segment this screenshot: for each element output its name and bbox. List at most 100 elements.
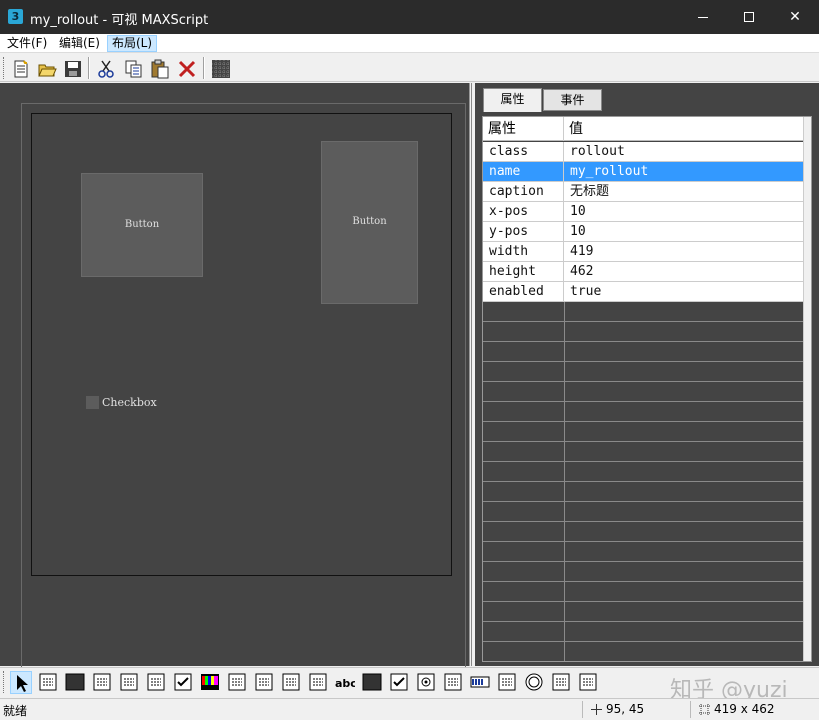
radiobutton-tool-button[interactable] [415,671,437,694]
size-icon [699,704,710,715]
empty-grid-row [483,602,803,622]
property-row-enabled[interactable]: enabled true [483,282,803,302]
grid-button[interactable] [210,58,230,78]
property-row-name[interactable]: name my_rollout [483,162,803,182]
minimize-button[interactable] [680,0,726,34]
combobox-tool-button[interactable] [280,671,302,694]
empty-grid-row [483,342,803,362]
canvas-checkbox[interactable] [86,396,99,409]
menu-file[interactable]: 文件(F) [3,35,51,52]
property-value[interactable]: 462 [564,262,803,281]
property-name: class [483,142,564,161]
grid-column-divider [564,302,565,322]
listbox-tool-button[interactable] [226,671,248,694]
copy-button[interactable] [122,58,142,78]
property-row-caption[interactable]: caption 无标题 [483,182,803,202]
label-tool-button[interactable] [64,671,86,694]
multilist-tool-button[interactable] [253,671,275,694]
mapbutton-tool-button[interactable] [577,671,599,694]
listbox-icon [228,673,246,691]
colorswatch-tool-button[interactable] [199,671,221,694]
maximize-button[interactable] [726,0,772,34]
bitmap-tool-button[interactable] [37,671,59,694]
colorswatch-icon [201,674,219,690]
button-icon [147,673,165,691]
empty-grid-row [483,542,803,562]
new-file-button[interactable] [10,58,30,78]
open-file-button[interactable] [36,58,57,78]
empty-grid-row [483,402,803,422]
grid-column-divider [564,402,565,422]
combobox-icon [282,673,300,691]
grid-column-divider [564,522,565,542]
empty-grid-row [483,522,803,542]
window-title: my_rollout - 可视 MAXScript [30,13,209,28]
spinner-tool-button[interactable] [442,671,464,694]
property-value[interactable]: true [564,282,803,301]
app-icon: 3 [8,9,23,24]
cut-button[interactable] [95,58,115,78]
checkbox-icon [390,673,408,691]
property-value[interactable]: 10 [564,202,803,221]
grid-column-divider [564,382,565,402]
menu-edit[interactable]: 编辑(E) [55,35,104,52]
close-icon: ✕ [789,9,801,25]
crosshair-icon [591,704,602,715]
property-value[interactable]: 无标题 [564,182,803,201]
edittext-tool-button[interactable] [307,671,329,694]
empty-grid-row [483,462,803,482]
checkbox-tool-button[interactable] [388,671,410,694]
canvas-button-2[interactable]: Button [321,141,418,304]
paste-button[interactable] [149,58,169,79]
property-row-x-pos[interactable]: x-pos 10 [483,202,803,222]
property-value[interactable]: 10 [564,222,803,241]
bitmap-icon [39,673,57,691]
header-value[interactable]: 值 [564,117,803,141]
toolbar-grip[interactable] [3,671,6,693]
progressbar-tool-button[interactable] [469,671,491,694]
spinner-icon [444,673,462,691]
status-separator [582,701,583,718]
menu-layout[interactable]: 布局(L) [107,35,158,52]
empty-grid-row [483,442,803,462]
toolbar-grip[interactable] [3,57,6,79]
label-abc-tool-button[interactable]: abc [334,671,356,694]
property-value[interactable]: 419 [564,242,803,261]
slider-tool-button[interactable] [496,671,518,694]
pointer-tool-button[interactable] [10,671,32,694]
canvas-button-1[interactable]: Button [81,173,203,277]
property-row-height[interactable]: height 462 [483,262,803,282]
image-button-tool-button[interactable] [91,671,113,694]
property-grid: 属性 值 class rollout name my_rollout caption 无标… [482,116,812,662]
groupbox-tool-button[interactable] [361,671,383,694]
property-value[interactable]: rollout [564,142,803,161]
timer-tool-button[interactable] [523,671,545,694]
property-row-y-pos[interactable]: y-pos 10 [483,222,803,242]
tab-properties[interactable]: 属性 [483,88,542,112]
copy-icon [125,60,142,78]
empty-grid-row [483,482,803,502]
grid-column-divider [564,562,565,582]
property-row-width[interactable]: width 419 [483,242,803,262]
button-tool-button[interactable] [145,671,167,694]
property-value[interactable]: my_rollout [564,162,803,181]
new-icon [14,60,28,78]
design-area[interactable]: Button Button Checkbox [0,83,470,673]
main-toolbar [0,54,819,82]
color-picker-tool-button[interactable] [118,671,140,694]
delete-button[interactable] [176,58,196,78]
activex-tool-button[interactable] [550,671,572,694]
checkbutton-tool-button[interactable] [172,671,194,694]
canvas-checkbox-label[interactable]: Checkbox [102,396,157,409]
property-row-class[interactable]: class rollout [483,142,803,162]
grid-icon [212,60,230,78]
save-file-button[interactable] [62,58,82,78]
edittext-icon [309,673,327,691]
grid-scrollbar[interactable] [803,117,811,661]
header-property[interactable]: 属性 [483,117,564,141]
groupbox-icon [362,673,382,691]
tab-events[interactable]: 事件 [543,89,602,111]
properties-panel: 属性 事件 属性 值 class rollout name my_rollout cap… [475,83,819,666]
rollout-canvas[interactable]: Button Button Checkbox [31,113,452,576]
close-button[interactable]: ✕ [772,0,818,34]
